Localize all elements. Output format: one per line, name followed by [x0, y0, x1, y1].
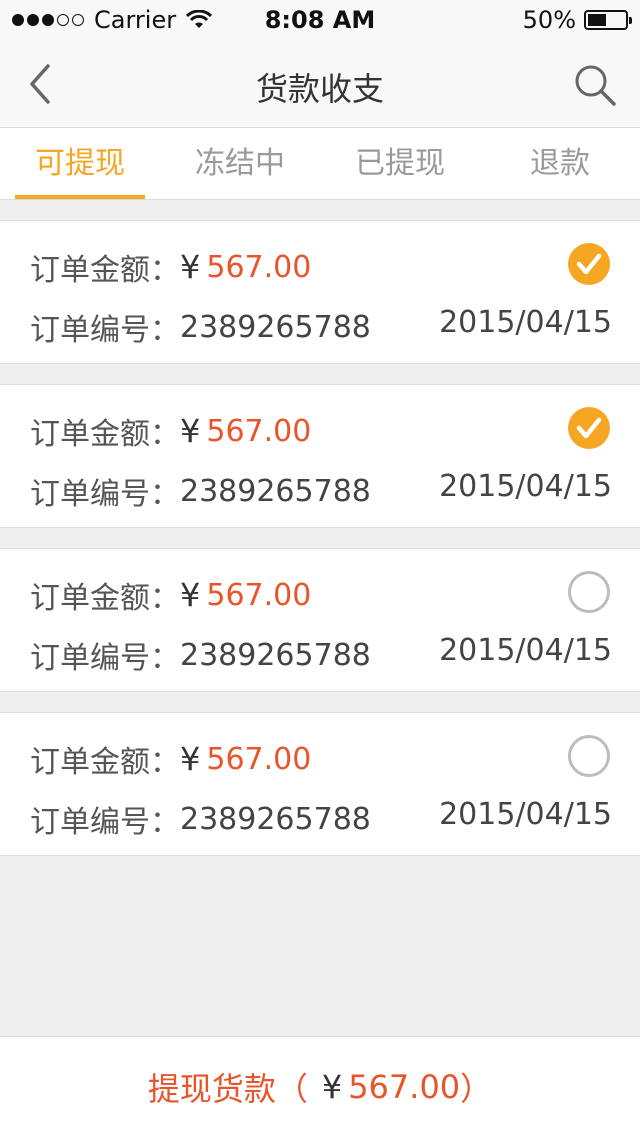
order-number-label: 订单编号：: [30, 805, 180, 840]
order-amount-row: 订单金额： ¥567.00: [30, 573, 612, 617]
tab-withdrawable[interactable]: 可提现: [0, 128, 160, 199]
order-number-label: 订单编号：: [30, 477, 180, 512]
order-amount: 567.00: [206, 249, 312, 285]
tab-bar: 可提现 冻结中 已提现 退款: [0, 128, 640, 200]
currency-symbol: ¥: [180, 740, 201, 778]
order-number: 2389265788: [180, 637, 371, 673]
search-icon[interactable]: [572, 62, 618, 108]
withdraw-amount: 567.00: [348, 1067, 461, 1106]
checked-circle-icon[interactable]: [568, 407, 610, 449]
page-title: 货款收支: [255, 70, 384, 108]
status-right: 50%: [522, 6, 632, 34]
withdraw-close: ）: [460, 1069, 493, 1108]
order-card[interactable]: 订单金额： ¥567.00 订单编号： 2389265788 2015/04/15: [0, 712, 640, 856]
battery-percent: 50%: [522, 6, 576, 34]
order-card[interactable]: 订单金额： ¥567.00 订单编号： 2389265788 2015/04/15: [0, 548, 640, 692]
unchecked-circle-icon[interactable]: [568, 571, 610, 613]
order-number: 2389265788: [180, 473, 371, 509]
nav-bar: 货款收支: [0, 40, 640, 128]
order-amount: 567.00: [206, 413, 312, 449]
order-number: 2389265788: [180, 801, 371, 837]
order-date: 2015/04/15: [439, 633, 612, 668]
checked-circle-icon[interactable]: [568, 243, 610, 285]
order-card[interactable]: 订单金额： ¥567.00 订单编号： 2389265788 2015/04/15: [0, 220, 640, 364]
order-amount-row: 订单金额： ¥567.00: [30, 737, 612, 781]
battery-icon: [584, 10, 632, 30]
order-card[interactable]: 订单金额： ¥567.00 订单编号： 2389265788 2015/04/15: [0, 384, 640, 528]
order-number-label: 订单编号：: [30, 641, 180, 676]
withdraw-button[interactable]: 提现货款（ ¥ 567.00 ）: [0, 1036, 640, 1136]
tab-frozen[interactable]: 冻结中: [160, 128, 320, 199]
status-bar: Carrier 8:08 AM 50%: [0, 0, 640, 40]
currency-symbol: ¥: [180, 412, 201, 450]
order-amount-label: 订单金额：: [30, 253, 180, 288]
order-number-label: 订单编号：: [30, 313, 180, 348]
order-number: 2389265788: [180, 309, 371, 345]
order-date: 2015/04/15: [439, 305, 612, 340]
order-amount-label: 订单金额：: [30, 581, 180, 616]
order-amount: 567.00: [206, 577, 312, 613]
order-amount-label: 订单金额：: [30, 417, 180, 452]
order-date: 2015/04/15: [439, 469, 612, 504]
tab-withdrawn[interactable]: 已提现: [320, 128, 480, 199]
order-amount: 567.00: [206, 741, 312, 777]
order-list: 订单金额： ¥567.00 订单编号： 2389265788 2015/04/15 订单金…: [0, 220, 640, 876]
unchecked-circle-icon[interactable]: [568, 735, 610, 777]
currency-symbol: ¥: [321, 1067, 343, 1106]
order-date: 2015/04/15: [439, 797, 612, 832]
withdraw-label: 提现货款（: [147, 1069, 308, 1108]
currency-symbol: ¥: [180, 248, 201, 286]
order-amount-label: 订单金额：: [30, 745, 180, 780]
order-amount-row: 订单金额： ¥567.00: [30, 245, 612, 289]
tab-refund[interactable]: 退款: [480, 128, 640, 199]
currency-symbol: ¥: [180, 576, 201, 614]
order-amount-row: 订单金额： ¥567.00: [30, 409, 612, 453]
